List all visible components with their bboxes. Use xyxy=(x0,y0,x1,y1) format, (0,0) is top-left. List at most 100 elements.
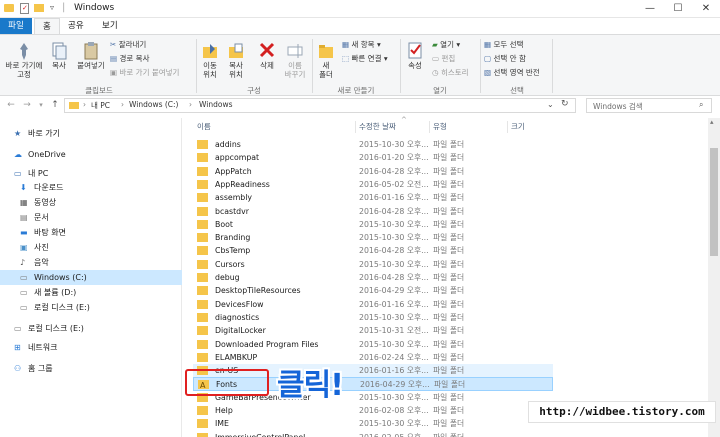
folder-icon xyxy=(197,259,208,269)
search-icon[interactable]: ⌕ xyxy=(699,100,703,110)
file-row[interactable]: DigitalLocker 2015-10-31 오전... 파일 폴더 xyxy=(193,324,553,337)
file-name: AppPatch xyxy=(215,166,252,176)
nav-item[interactable]: ▭ 새 볼륨 (D:) xyxy=(0,285,182,300)
nav-item[interactable]: ▬ 바탕 화면 xyxy=(0,225,182,240)
file-row[interactable]: Cursors 2015-10-30 오후... 파일 폴더 xyxy=(193,258,553,271)
network-icon: ⊞ xyxy=(14,343,21,352)
column-header-size[interactable]: 크기 xyxy=(511,118,525,135)
file-row[interactable]: ImmersiveControlPanel 2016-02-05 오후... 파일 … xyxy=(193,431,553,437)
breadcrumb[interactable]: › 내 PC › Windows (C:) › Windows ⌄ ↻ xyxy=(64,98,576,113)
tab-share[interactable]: 공유 xyxy=(60,18,92,34)
nav-item[interactable]: ▦ 동영상 xyxy=(0,195,182,210)
file-row[interactable]: diagnostics 2015-10-30 오후... 파일 폴더 xyxy=(193,311,553,324)
nav-item[interactable]: ⊞ 네트워크 xyxy=(0,340,182,355)
breadcrumb-this-pc[interactable]: 내 PC xyxy=(91,100,110,111)
nav-item[interactable]: ☁ OneDrive xyxy=(0,147,182,162)
file-name: ELAMBKUP xyxy=(215,352,258,362)
edit-button[interactable]: ▭ 편집 xyxy=(432,53,455,64)
cut-button[interactable]: ✂ 잘라내기 xyxy=(110,39,146,50)
refresh-icon[interactable]: ↻ xyxy=(561,99,569,109)
folder-icon xyxy=(197,166,208,176)
file-row[interactable]: DevicesFlow 2016-01-16 오후... 파일 폴더 xyxy=(193,298,553,311)
copy-path-button[interactable]: ▤ 경로 복사 xyxy=(110,53,149,64)
drive-icon: ▭ xyxy=(14,324,22,333)
address-dropdown-icon[interactable]: ⌄ xyxy=(547,100,554,109)
open-button[interactable]: ▰ 열기 ▾ xyxy=(432,39,460,50)
file-row[interactable]: Downloaded Program Files 2015-10-30 오후...… xyxy=(193,338,553,351)
new-folder-quick-icon[interactable] xyxy=(34,4,44,12)
breadcrumb-drive-c[interactable]: Windows (C:) xyxy=(129,100,178,109)
tab-view[interactable]: 보기 xyxy=(94,18,126,34)
select-none-button[interactable]: ▢ 선택 안 함 xyxy=(484,53,526,64)
recent-chevron-icon[interactable]: ▾ xyxy=(34,98,48,112)
invert-selection-button[interactable]: ▧ 선택 영역 반전 xyxy=(484,67,540,78)
rename-button[interactable]: 이름 바꾸기 xyxy=(282,41,308,79)
file-row[interactable]: IME 2015-10-30 오후... 파일 폴더 xyxy=(193,417,553,430)
search-box[interactable]: Windows 검색 ⌕ xyxy=(586,98,712,113)
pin-to-quick-access-button[interactable]: 바로 가기에 고정 xyxy=(4,41,44,79)
search-input[interactable]: Windows 검색 xyxy=(593,101,643,112)
easy-access-button[interactable]: ⬚ 빠른 연결 ▾ xyxy=(342,53,388,64)
file-row[interactable]: addins 2015-10-30 오후... 파일 폴더 xyxy=(193,138,553,151)
file-row[interactable]: AppPatch 2016-04-28 오후... 파일 폴더 xyxy=(193,165,553,178)
group-divider xyxy=(400,39,401,93)
nav-item[interactable]: ▭ 내 PC xyxy=(0,166,182,181)
forward-arrow-icon[interactable]: → xyxy=(20,98,34,112)
file-row[interactable]: Boot 2015-10-30 오후... 파일 폴더 xyxy=(193,218,553,231)
copy-to-button[interactable]: 복사 위치 xyxy=(224,41,248,79)
file-name: diagnostics xyxy=(215,312,260,322)
file-row[interactable]: debug 2016-04-28 오후... 파일 폴더 xyxy=(193,271,553,284)
copy-button[interactable]: 복사 xyxy=(46,41,72,70)
file-row[interactable]: bcastdvr 2016-04-28 오후... 파일 폴더 xyxy=(193,205,553,218)
minimize-button[interactable]: — xyxy=(636,0,664,18)
nav-item[interactable]: ♪ 음악 xyxy=(0,255,182,270)
file-row[interactable]: AppReadiness 2016-05-02 오전... 파일 폴더 xyxy=(193,178,553,191)
column-header-type[interactable]: 유형 xyxy=(433,118,447,135)
chevron-down-icon[interactable]: ▿ xyxy=(50,3,54,12)
scrollbar-thumb[interactable] xyxy=(710,148,718,256)
nav-item[interactable]: ▭ 로컬 디스크 (E:) xyxy=(0,300,182,315)
new-item-button[interactable]: ▦ 새 항목 ▾ xyxy=(342,39,381,50)
breadcrumb-windows[interactable]: Windows xyxy=(199,100,232,109)
properties-button[interactable]: 속성 xyxy=(402,41,428,70)
file-row[interactable]: Help 2016-02-08 오후... 파일 폴더 xyxy=(193,404,553,417)
nav-item[interactable]: ⬇ 다운로드 xyxy=(0,180,182,195)
delete-button[interactable]: 삭제 xyxy=(254,41,280,70)
file-type: 파일 폴더 xyxy=(433,259,465,269)
back-arrow-icon[interactable]: ← xyxy=(4,98,18,112)
scroll-up-arrow-icon[interactable]: ▴ xyxy=(710,118,714,126)
new-folder-button[interactable]: 새 폴더 xyxy=(314,41,338,79)
file-row[interactable]: DesktopTileResources 2016-04-29 오후... 파일 폴… xyxy=(193,284,553,297)
up-arrow-icon[interactable]: ↑ xyxy=(48,98,62,112)
nav-item[interactable]: ▭ Windows (C:) xyxy=(0,270,182,285)
file-row[interactable]: CbsTemp 2016-04-28 오후... 파일 폴더 xyxy=(193,244,553,257)
nav-item[interactable]: ⚇ 홈 그룹 xyxy=(0,361,182,376)
nav-item[interactable]: ▤ 문서 xyxy=(0,210,182,225)
history-button[interactable]: ◷ 히스토리 xyxy=(432,67,469,78)
nav-item[interactable]: ▭ 로컬 디스크 (E:) xyxy=(0,321,182,336)
file-type: 파일 폴더 xyxy=(433,140,465,149)
column-header-date[interactable]: 수정한 날짜 xyxy=(359,118,396,135)
column-divider[interactable] xyxy=(429,121,430,133)
file-row[interactable]: appcompat 2016-01-20 오후... 파일 폴더 xyxy=(193,151,553,164)
nav-item[interactable]: ▣ 사진 xyxy=(0,240,182,255)
paste-shortcut-button[interactable]: ▣ 바로 가기 붙여넣기 xyxy=(110,67,179,78)
file-type: 파일 폴더 xyxy=(433,339,465,349)
file-date: 2016-02-05 오후... xyxy=(359,431,429,437)
nav-item[interactable]: ★ 바로 가기 xyxy=(0,126,182,141)
maximize-button[interactable]: ☐ xyxy=(664,0,692,18)
paste-button[interactable]: 붙여넣기 xyxy=(74,41,108,70)
tab-home[interactable]: 홈 xyxy=(34,18,60,34)
properties-icon[interactable]: ✓ xyxy=(20,3,29,14)
column-header-name[interactable]: 이름 xyxy=(197,118,211,135)
file-row[interactable]: assembly 2016-01-16 오후... 파일 폴더 xyxy=(193,191,553,204)
column-divider[interactable] xyxy=(507,121,508,133)
file-row[interactable]: ELAMBKUP 2016-02-24 오후... 파일 폴더 xyxy=(193,351,553,364)
close-button[interactable]: ✕ xyxy=(692,0,720,18)
move-to-button[interactable]: 이동 위치 xyxy=(198,41,222,79)
file-date: 2016-01-16 오후... xyxy=(359,299,429,309)
select-all-button[interactable]: ▦ 모두 선택 xyxy=(484,39,523,50)
tab-file[interactable]: 파일 xyxy=(0,18,32,34)
column-divider[interactable] xyxy=(355,121,356,133)
file-row[interactable]: Branding 2015-10-30 오후... 파일 폴더 xyxy=(193,231,553,244)
